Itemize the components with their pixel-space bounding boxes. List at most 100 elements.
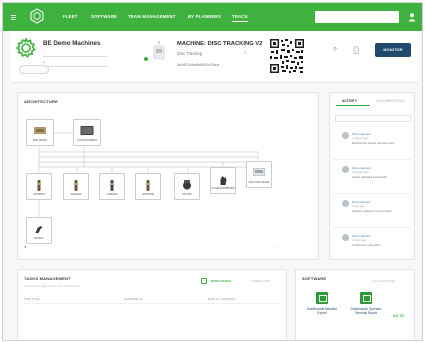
tasks-subtitle: Create and assign tasks to the machine t… [24, 284, 81, 288]
nav-software[interactable]: SOFTWARE [91, 14, 117, 19]
machine-header: BE Demo Machines ◦ ▪ ⠿ MACHINE: DISC TRA… [11, 31, 418, 83]
divider [333, 227, 411, 228]
architecture-node[interactable]: CAMERA [99, 173, 125, 200]
brand-logo-icon[interactable] [29, 8, 45, 24]
avatar [342, 200, 349, 207]
machine-tile-icon [153, 45, 165, 60]
node-label: GRIPPER [33, 193, 45, 196]
activity-user: Kevin Hansen [352, 234, 371, 238]
architecture-panel: ARCHITECTURE IBRL DEMO TOUCHSCREEN GRIPP… [17, 92, 319, 260]
node-label: PRO SOFTWARE [248, 181, 270, 184]
node-label: IBRL DEMO [32, 139, 48, 142]
activity-text: Architecture node added [352, 244, 381, 247]
tab-open-tasks[interactable]: OPEN TASKS [211, 279, 231, 283]
architecture-node[interactable]: IBRL DEMO [26, 119, 54, 146]
tasks-panel: TASKS MANAGEMENT Create and assign tasks… [17, 269, 287, 340]
tab-activity[interactable]: ACTIVITY [342, 99, 357, 103]
add-task-icon[interactable] [201, 278, 207, 284]
node-label: MOTOR [182, 193, 192, 196]
software-card[interactable]: Dashboards Machine Export [302, 292, 342, 326]
architecture-node[interactable]: PRO SOFTWARE [246, 161, 272, 188]
architecture-node[interactable]: MOTOR [174, 173, 200, 200]
avatar [342, 166, 349, 173]
monitor-icon [80, 126, 94, 135]
machine-id: 5a9f12d4e6b8f01c33ea [177, 62, 220, 67]
list-item[interactable]: Kevin Hansen 2 minutes ago Machine disc … [336, 129, 410, 157]
node-label: CAMERA [106, 193, 118, 196]
architecture-node[interactable]: ACCELEROMETER [210, 167, 236, 194]
architecture-node[interactable]: SENSOR [63, 173, 89, 200]
divider [43, 66, 107, 67]
motor-icon [183, 180, 191, 190]
controller-icon [34, 127, 46, 134]
user-icon[interactable] [407, 12, 417, 22]
avatar [342, 132, 349, 139]
nav-by-planners[interactable]: BY PLANNERS [188, 14, 221, 19]
column-header[interactable]: ASSIGNED TO [124, 297, 143, 301]
tab-completed[interactable]: COMPLETED [251, 279, 270, 283]
status-dot [144, 57, 148, 61]
node-label: GRIPPER [142, 193, 154, 196]
app-frame: FLEET SOFTWARE TEAM MANAGEMENT BY PLANNE… [2, 2, 423, 341]
list-item[interactable]: Kevin Hansen 1 hour ago Software updated… [336, 197, 410, 225]
active-tab-indicator [336, 105, 370, 106]
software-card-label: Dashboards Machine Export [306, 307, 338, 315]
sensor-icon [74, 180, 78, 191]
node-label: SENSOR [70, 193, 82, 196]
top-nav: FLEET SOFTWARE TEAM MANAGEMENT BY PLANNE… [3, 3, 422, 31]
status-pill[interactable] [19, 65, 49, 74]
node-label: ROBOT [34, 237, 44, 240]
list-item[interactable]: Kevin Hansen 2 hours ago Architecture no… [336, 231, 410, 259]
machine-name: BE Demo Machines [43, 40, 101, 47]
machine-subtitle: Disc Tracking [177, 51, 203, 56]
architecture-node[interactable]: ROBOT [26, 217, 52, 244]
sensor-icon [146, 180, 150, 191]
avatar [342, 234, 349, 241]
nav-team-management[interactable]: TEAM MANAGEMENT [128, 14, 176, 19]
activity-user: Kevin Hansen [352, 200, 371, 204]
gear-icon [15, 37, 36, 58]
divider [333, 193, 411, 194]
column-header[interactable]: TASK TITLE [24, 297, 39, 301]
divider [43, 56, 107, 57]
activity-text: Software updated on the controller [352, 210, 392, 213]
tasks-title: TASKS MANAGEMENT [24, 276, 71, 281]
node-label: TOUCHSCREEN [77, 139, 97, 142]
activity-filter-input[interactable] [335, 115, 411, 122]
goto-link[interactable]: GO TO [393, 314, 404, 318]
monitor-button[interactable]: MONITOR [375, 43, 411, 57]
nav-fleet[interactable]: FLEET [63, 14, 78, 19]
zoom-controls-icon[interactable]: — ◦ — [270, 245, 279, 249]
sensor-icon [110, 180, 114, 191]
upload-icon[interactable] [331, 46, 339, 54]
architecture-node[interactable]: TOUCHSCREEN [73, 119, 101, 146]
tab-documentation[interactable]: DOCUMENTATION [376, 99, 405, 103]
list-item[interactable]: Kevin Hansen 5 minutes ago Sensor calibr… [336, 163, 410, 191]
software-panel: SOFTWARE ALL SOFTWARE Dashboards Machine… [295, 269, 415, 340]
activity-text: Sensor calibrated successfully [352, 176, 387, 179]
robot-icon [35, 226, 43, 233]
search-input[interactable] [315, 11, 399, 23]
activity-time: 5 minutes ago [352, 171, 369, 174]
software-icon [316, 292, 328, 304]
device-icon [253, 168, 265, 176]
menu-grip-icon[interactable] [11, 15, 16, 20]
divider [24, 303, 281, 304]
software-card[interactable]: Dashboards Operator Terminal Export [346, 292, 386, 326]
nav-track[interactable]: TRACK [232, 14, 249, 22]
document-icon[interactable] [352, 46, 360, 54]
software-title: SOFTWARE [302, 276, 327, 281]
node-label: ACCELEROMETER [211, 187, 235, 190]
architecture-node[interactable]: GRIPPER [135, 173, 161, 200]
architecture-node[interactable]: GRIPPER [26, 173, 52, 200]
activity-time: 2 hours ago [352, 239, 366, 242]
sensor-icon [37, 180, 41, 191]
all-software-link[interactable]: ALL SOFTWARE [372, 279, 395, 283]
column-header[interactable]: DATE OF CREATION [208, 297, 235, 301]
activity-time: 2 minutes ago [352, 137, 369, 140]
machine-title: MACHINE: DISC TRACKING V2 [177, 41, 263, 47]
activity-panel: ACTIVITY DOCUMENTATION Kevin Hansen 2 mi… [329, 92, 415, 260]
qr-code [269, 38, 305, 74]
chevron-right-icon[interactable]: › [244, 50, 246, 56]
add-node-icon[interactable]: ✚ [24, 245, 27, 249]
